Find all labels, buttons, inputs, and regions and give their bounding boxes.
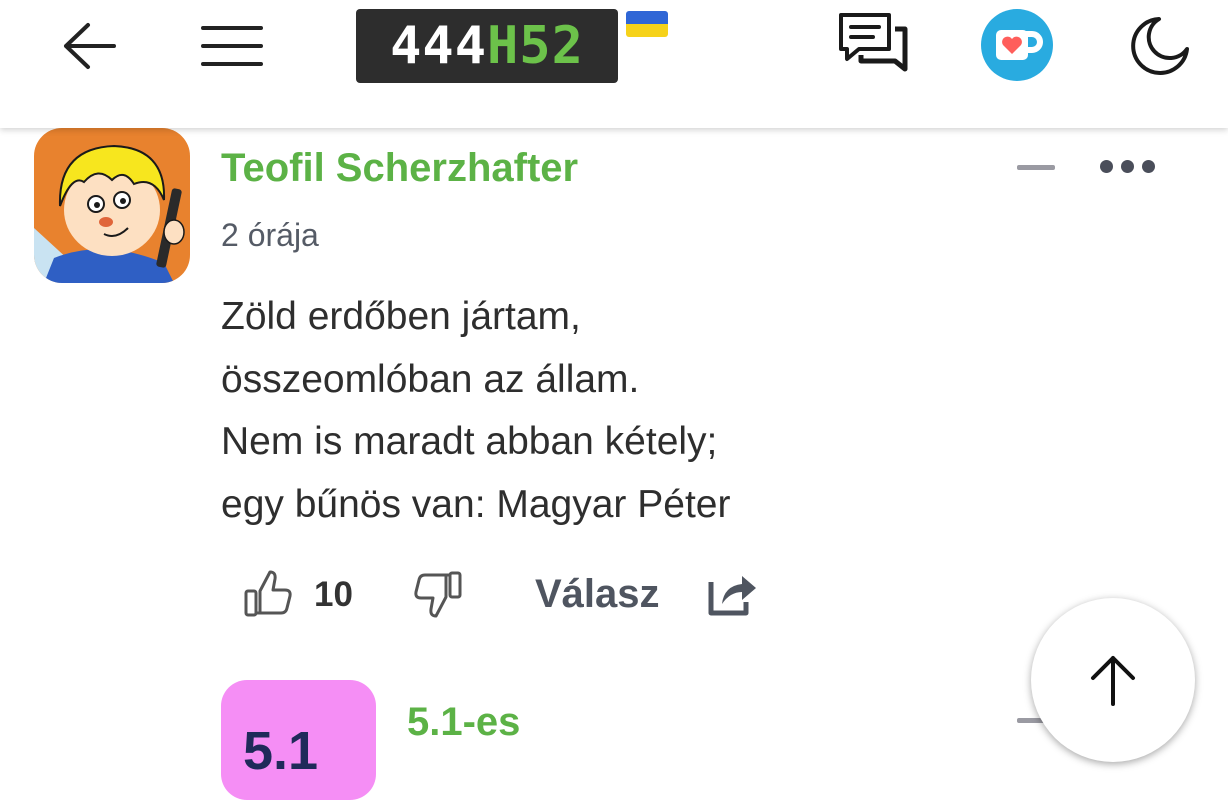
share-icon[interactable] bbox=[708, 570, 758, 616]
comment-body: Zöld erdőben jártam, összeomlóban az áll… bbox=[221, 286, 730, 536]
top-bar: 444 H52 bbox=[0, 0, 1228, 128]
more-options-icon[interactable] bbox=[1100, 160, 1155, 173]
ukraine-flag-icon bbox=[626, 11, 668, 37]
comments-icon[interactable] bbox=[836, 10, 910, 74]
arrow-up-icon bbox=[1091, 656, 1135, 706]
back-arrow-icon[interactable] bbox=[58, 18, 120, 74]
scroll-to-top-button[interactable] bbox=[1031, 598, 1195, 762]
comment-author[interactable]: Teofil Scherzhafter bbox=[221, 146, 578, 191]
comment-line: egy bűnös van: Magyar Péter bbox=[221, 482, 731, 526]
thumbs-up-icon[interactable] bbox=[242, 568, 294, 620]
avatar-text: 5.1 bbox=[243, 721, 319, 781]
comment-line: Zöld erdőben jártam, bbox=[221, 295, 581, 338]
avatar[interactable] bbox=[34, 128, 190, 283]
site-logo[interactable]: 444 H52 bbox=[356, 9, 618, 83]
comment-author[interactable]: 5.1-es bbox=[407, 700, 520, 745]
dark-mode-moon-icon[interactable] bbox=[1128, 14, 1192, 78]
comment-line: Nem is maradt abban kétely; bbox=[221, 420, 718, 463]
comment-time: 2 órája bbox=[221, 217, 319, 253]
logo-text-green: H52 bbox=[487, 16, 584, 76]
menu-icon[interactable] bbox=[200, 22, 264, 70]
comment-line: összeomlóban az állam. bbox=[221, 357, 640, 401]
thumbs-down-icon[interactable] bbox=[412, 568, 464, 620]
collapse-icon[interactable] bbox=[1017, 165, 1055, 170]
like-count: 10 bbox=[314, 575, 353, 614]
ko-fi-icon[interactable] bbox=[980, 8, 1054, 82]
reply-button[interactable]: Válasz bbox=[535, 572, 660, 617]
avatar[interactable]: 5.1 bbox=[221, 680, 376, 800]
logo-text-white: 444 bbox=[390, 16, 487, 76]
